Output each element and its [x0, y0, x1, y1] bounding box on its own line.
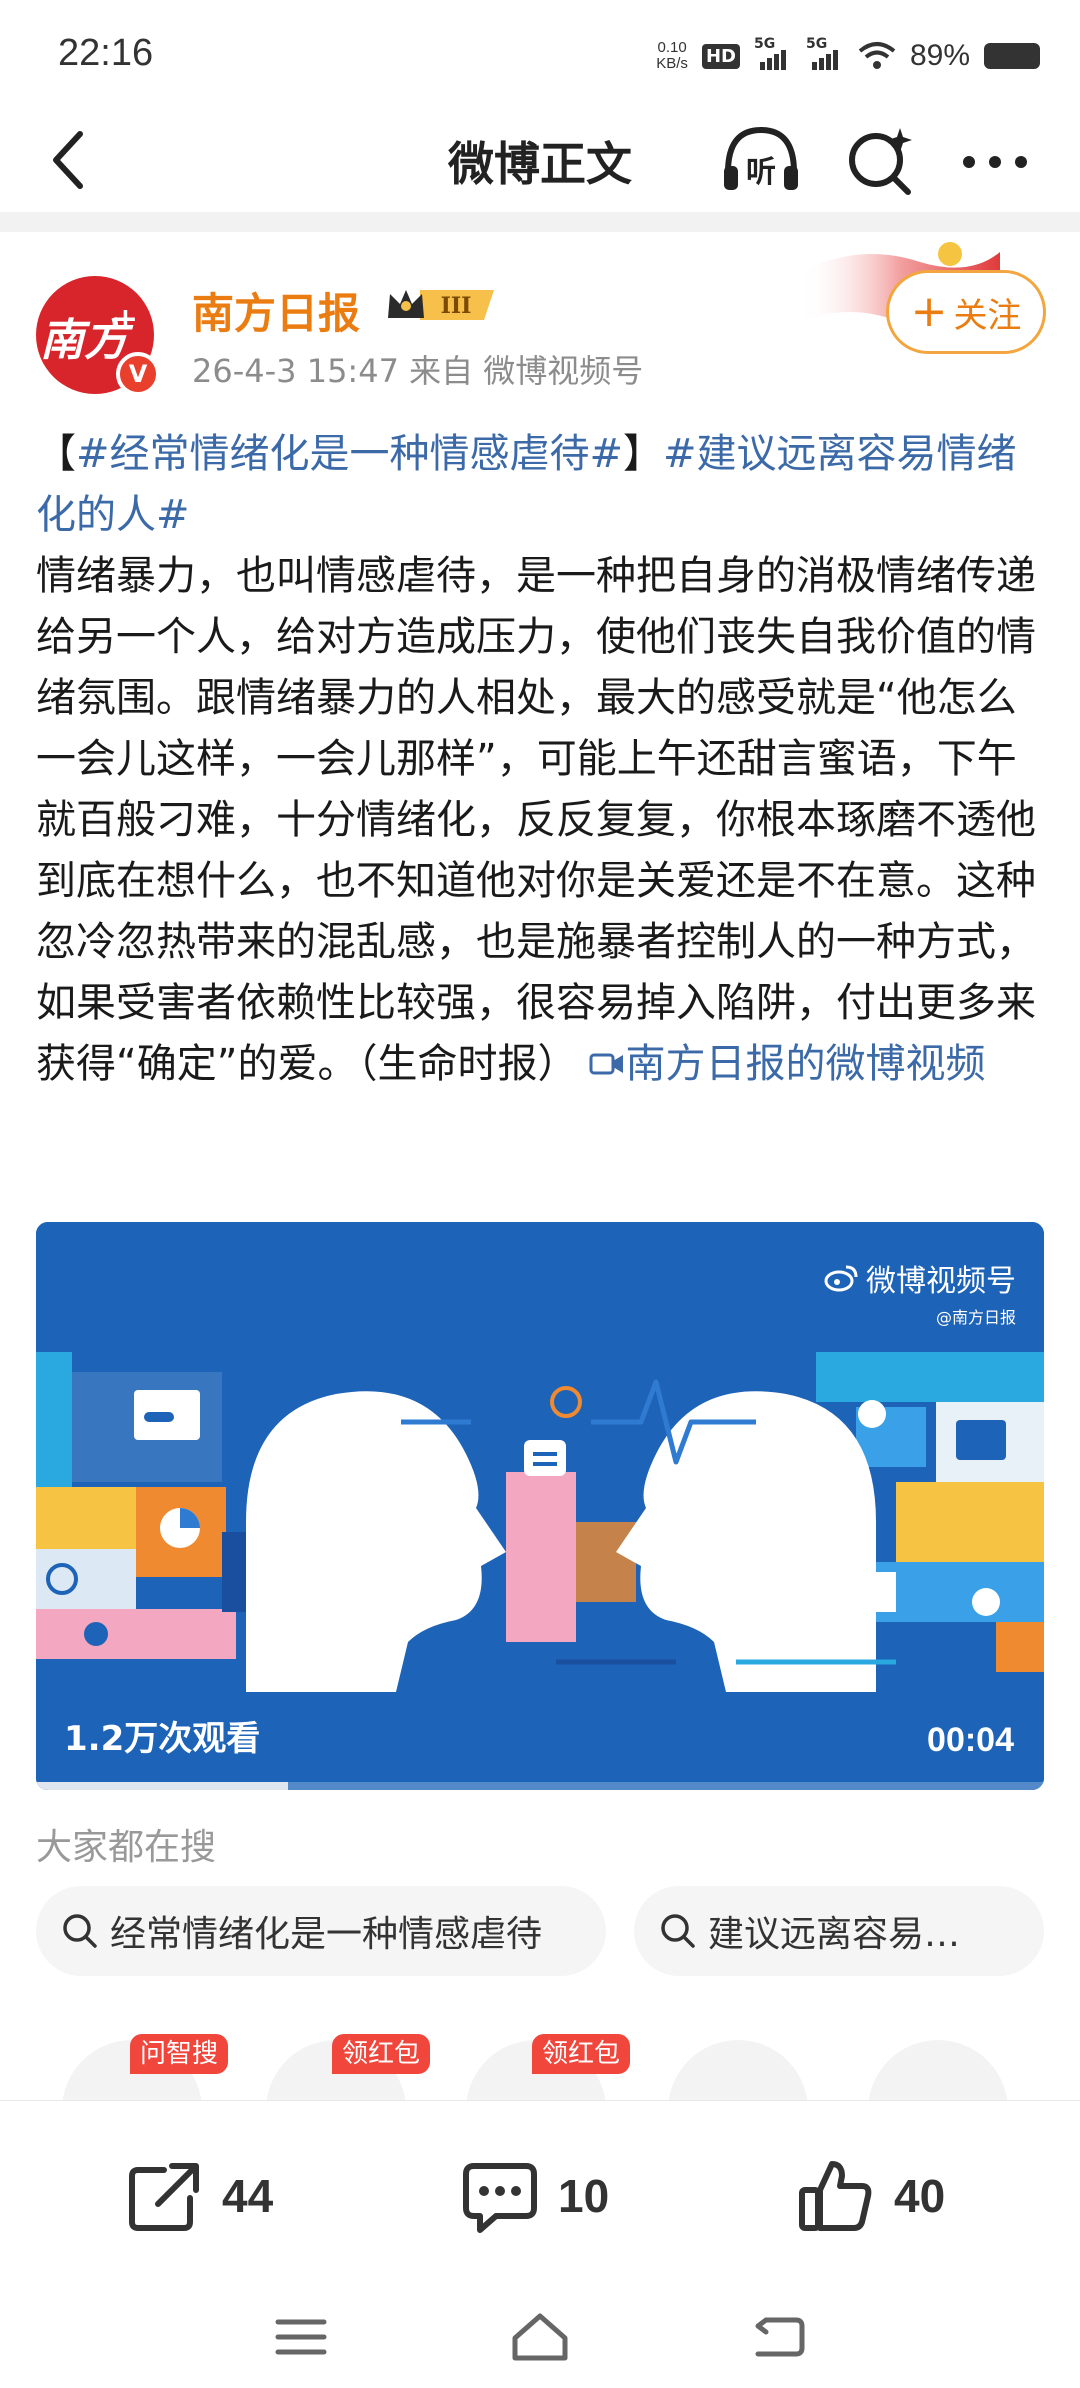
sim1-label: 5G — [753, 36, 776, 52]
video-link-label: 南方日报的微博视频 — [625, 1041, 986, 1087]
post-timestamp-source: 26-4-3 15:47 来自 微博视频号 — [192, 352, 644, 390]
home-icon[interactable] — [505, 2302, 575, 2372]
network-speed: 0.10 KB/s — [656, 40, 688, 72]
video-view-count: 1.2万次观看 — [64, 1719, 261, 1759]
system-navigation-bar — [0, 2290, 1080, 2388]
verified-badge-icon: V — [116, 352, 160, 396]
peek-badge-red-packet: 领红包 — [332, 2034, 431, 2074]
comment-icon — [463, 2163, 537, 2233]
bottom-action-bar: 44 10 40 — [0, 2100, 1080, 2290]
top-nav-bar: 微博正文 听 — [0, 110, 1080, 210]
video-player[interactable]: 微博视频号 @南方日报 1.2万次观看 00:04 — [36, 1222, 1044, 1790]
hd-icon: HD — [701, 43, 740, 69]
hot-search-chip-label: 建议远离容易… — [708, 1914, 961, 1955]
search-icon — [661, 1914, 695, 1948]
search-icon — [63, 1914, 97, 1948]
listen-label: 听 — [746, 155, 776, 190]
crown-level-badge-icon[interactable]: III — [384, 282, 500, 328]
follow-label: 关注 — [953, 295, 1022, 336]
hashtag-link-1[interactable]: #经常情绪化是一种情感虐待# — [76, 431, 623, 477]
status-time: 22:16 — [58, 32, 154, 74]
header-divider — [0, 212, 1080, 232]
bracket-close: 】 — [623, 431, 664, 477]
menu-icon[interactable] — [266, 2302, 336, 2372]
thumbs-up-icon — [799, 2161, 872, 2231]
video-camera-icon — [589, 1053, 624, 1075]
follow-plus-icon: + — [910, 286, 948, 337]
network-speed-unit: KB/s — [656, 55, 688, 72]
video-progress-bar[interactable] — [36, 1782, 1044, 1790]
post-body-text: 情绪暴力，也叫情感虐待，是一种把自身的消极情绪传递给另一个人，给对方造成压力，使… — [36, 553, 1036, 1087]
avatar-logo-plus: + — [112, 302, 138, 337]
headphone-icon: 听 — [724, 126, 798, 190]
shortcut-row: 问智搜 领红包 领红包 — [0, 2020, 1080, 2100]
hot-search-chip-label: 经常情绪化是一种情感虐待 — [110, 1914, 543, 1955]
video-duration: 00:04 — [927, 1721, 1014, 1759]
hot-search-chip-1[interactable]: 经常情绪化是一种情感虐待 — [36, 1886, 606, 1976]
shortcut-item-5[interactable] — [868, 2040, 1008, 2100]
post-text: 【#经常情绪化是一种情感虐待#】#建议远离容易情绪化的人# 情绪暴力，也叫情感虐… — [36, 424, 1046, 1095]
status-icons: 0.10 KB/s HD 5G 5G 89% — [656, 36, 1040, 76]
level-badge-text: III — [441, 293, 472, 319]
peek-badge-red-packet: 领红包 — [532, 2034, 631, 2074]
back-icon[interactable] — [744, 2302, 814, 2372]
status-bar: 22:16 0.10 KB/s HD 5G 5G 89% — [0, 0, 1080, 110]
battery-percent: 89% — [909, 39, 970, 72]
share-icon — [129, 2163, 199, 2231]
video-progress-fill — [36, 1782, 288, 1790]
wifi-icon — [858, 42, 896, 69]
video-watermark: 微博视频号 @南方日报 — [824, 1256, 1016, 1328]
sim2-label: 5G — [805, 36, 828, 52]
network-speed-value: 0.10 — [657, 39, 687, 56]
peek-badge-ai-search: 问智搜 — [130, 2034, 229, 2074]
hot-search-chip-2[interactable]: 建议远离容易… — [634, 1886, 1044, 1976]
comment-button[interactable]: 10 — [460, 2151, 609, 2241]
comment-count: 10 — [558, 2170, 610, 2222]
more-options-icon[interactable] — [955, 126, 1035, 196]
search-icon[interactable] — [840, 120, 920, 200]
signal-icon-sim2: 5G — [806, 36, 844, 70]
shortcut-item-4[interactable] — [668, 2040, 808, 2100]
like-button[interactable]: 40 — [796, 2151, 945, 2241]
bracket-open: 【 — [36, 431, 76, 477]
share-button[interactable]: 44 — [124, 2151, 273, 2241]
author-name[interactable]: 南方日报 — [192, 280, 360, 341]
follow-button[interactable]: + 关注 — [886, 270, 1046, 354]
share-count: 44 — [222, 2170, 274, 2222]
video-link[interactable]: 南方日报的微博视频 — [577, 1041, 985, 1087]
listen-button[interactable]: 听 — [718, 120, 804, 200]
like-count: 40 — [894, 2170, 946, 2222]
watermark-sub-text: @南方日报 — [935, 1308, 1016, 1327]
weibo-logo-icon — [824, 1265, 858, 1292]
hot-search-title: 大家都在搜 — [36, 1827, 217, 1868]
signal-icon-sim1: 5G — [754, 36, 792, 70]
watermark-main-text: 微博视频号 — [866, 1264, 1016, 1299]
battery-icon — [984, 43, 1040, 69]
